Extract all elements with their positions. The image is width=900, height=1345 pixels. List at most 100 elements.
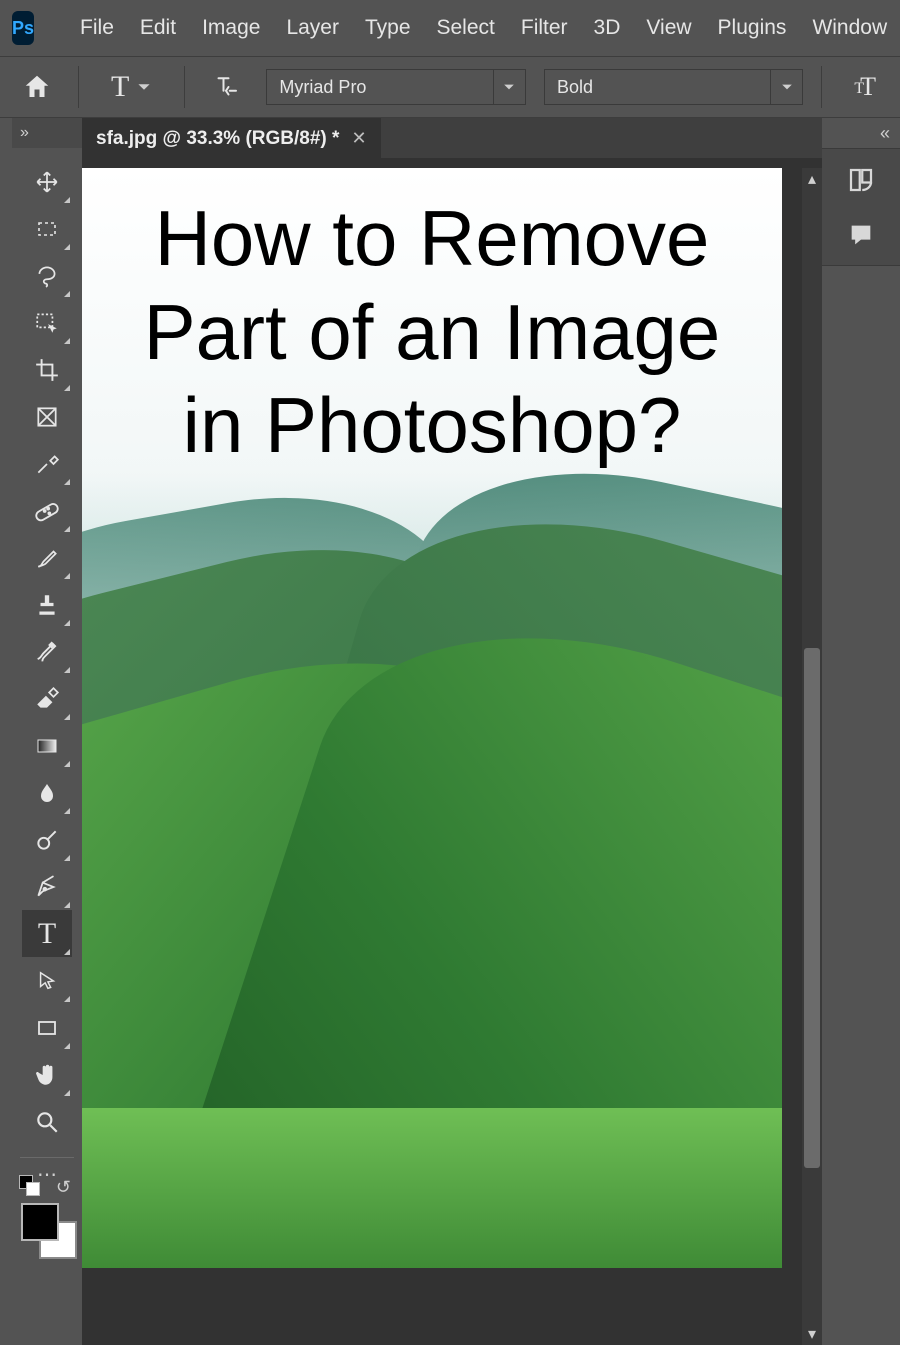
move-tool[interactable] bbox=[22, 158, 72, 205]
text-line-1: How to Remove bbox=[82, 192, 782, 286]
type-tool-glyph-icon: T bbox=[111, 70, 129, 104]
gradient-tool[interactable] bbox=[22, 722, 72, 769]
vertical-scrollbar[interactable]: ▴ ▾ bbox=[802, 168, 822, 1345]
text-line-2: Part of an Image bbox=[82, 286, 782, 380]
document-tab[interactable]: sfa.jpg @ 33.3% (RGB/8#) * ✕ bbox=[82, 118, 381, 158]
rectangular-marquee-tool[interactable] bbox=[22, 205, 72, 252]
eyedropper-icon bbox=[34, 451, 60, 477]
default-colors-button[interactable] bbox=[19, 1175, 47, 1195]
menu-view[interactable]: View bbox=[646, 16, 691, 40]
menu-type[interactable]: Type bbox=[365, 16, 411, 40]
collapse-panels-button[interactable]: « bbox=[822, 118, 900, 148]
tool-preset-picker[interactable]: T bbox=[97, 66, 166, 108]
comment-icon bbox=[847, 221, 875, 249]
libraries-panel-button[interactable] bbox=[846, 165, 876, 195]
separator bbox=[78, 66, 79, 108]
font-size-button[interactable]: TT bbox=[840, 66, 886, 108]
lasso-tool[interactable] bbox=[22, 252, 72, 299]
bandage-icon bbox=[33, 497, 61, 525]
marquee-icon bbox=[35, 217, 59, 241]
history-brush-tool[interactable] bbox=[22, 628, 72, 675]
home-button[interactable] bbox=[14, 66, 60, 108]
menu-file[interactable]: File bbox=[80, 16, 114, 40]
chevron-down-icon bbox=[493, 70, 525, 104]
menu-image[interactable]: Image bbox=[202, 16, 260, 40]
object-select-icon bbox=[34, 310, 60, 336]
zoom-tool[interactable] bbox=[22, 1098, 72, 1145]
home-icon bbox=[22, 72, 52, 102]
workspace: » bbox=[0, 118, 900, 1345]
stamp-icon bbox=[34, 592, 60, 618]
menu-plugins[interactable]: Plugins bbox=[718, 16, 787, 40]
blur-tool[interactable] bbox=[22, 769, 72, 816]
menu-window[interactable]: Window bbox=[812, 16, 887, 40]
object-selection-tool[interactable] bbox=[22, 299, 72, 346]
right-panel-dock: « bbox=[822, 118, 900, 1345]
close-tab-button[interactable]: ✕ bbox=[351, 128, 366, 149]
menu-3d[interactable]: 3D bbox=[594, 16, 621, 40]
frame-tool[interactable] bbox=[22, 393, 72, 440]
comments-panel-button[interactable] bbox=[847, 221, 875, 249]
color-swatches[interactable]: ↺ bbox=[21, 1203, 81, 1271]
libraries-icon bbox=[846, 165, 876, 195]
gradient-icon bbox=[35, 734, 59, 758]
toggle-text-orientation-button[interactable] bbox=[203, 66, 249, 108]
toolbox-wrap: » bbox=[12, 118, 82, 1345]
scroll-up-button[interactable]: ▴ bbox=[802, 168, 822, 190]
brush-icon bbox=[34, 545, 60, 571]
scroll-down-button[interactable]: ▾ bbox=[802, 1323, 822, 1345]
hand-tool[interactable] bbox=[22, 1051, 72, 1098]
menu-layer[interactable]: Layer bbox=[286, 16, 339, 40]
document-text-layer[interactable]: How to Remove Part of an Image in Photos… bbox=[82, 192, 782, 473]
rectangle-tool[interactable] bbox=[22, 1004, 72, 1051]
pen-tool[interactable] bbox=[22, 863, 72, 910]
foreground-color-swatch[interactable] bbox=[21, 1203, 59, 1241]
brush-tool[interactable] bbox=[22, 534, 72, 581]
toolbox: T ⋯ ↺ bbox=[12, 148, 82, 1271]
move-icon bbox=[34, 169, 60, 195]
dodge-tool[interactable] bbox=[22, 816, 72, 863]
swap-colors-button[interactable]: ↺ bbox=[56, 1177, 71, 1198]
frame-icon bbox=[34, 404, 60, 430]
canvas-viewport[interactable]: How to Remove Part of an Image in Photos… bbox=[82, 158, 822, 1345]
droplet-icon bbox=[35, 781, 59, 805]
chevron-down-icon bbox=[137, 80, 151, 94]
eraser-tool[interactable] bbox=[22, 675, 72, 722]
text-line-3: in Photoshop? bbox=[82, 379, 782, 473]
document-tab-bar: sfa.jpg @ 33.3% (RGB/8#) * ✕ bbox=[82, 118, 822, 158]
dock-panel-group bbox=[822, 148, 900, 266]
clone-stamp-tool[interactable] bbox=[22, 581, 72, 628]
canvas[interactable]: How to Remove Part of an Image in Photos… bbox=[82, 168, 782, 1268]
options-bar: T Myriad Pro Bold TT bbox=[0, 56, 900, 118]
gutter bbox=[0, 118, 12, 1345]
spot-healing-brush-tool[interactable] bbox=[22, 487, 72, 534]
chevron-down-icon bbox=[770, 70, 802, 104]
scroll-thumb[interactable] bbox=[804, 648, 820, 1168]
type-icon: T bbox=[38, 917, 56, 951]
eyedropper-tool[interactable] bbox=[22, 440, 72, 487]
pen-icon bbox=[34, 874, 60, 900]
crop-tool[interactable] bbox=[22, 346, 72, 393]
history-brush-icon bbox=[33, 638, 61, 666]
document-tab-label: sfa.jpg @ 33.3% (RGB/8#) * bbox=[96, 128, 339, 150]
font-family-dropdown[interactable]: Myriad Pro bbox=[266, 69, 526, 105]
font-family-value: Myriad Pro bbox=[267, 77, 493, 98]
magnifier-icon bbox=[34, 1109, 60, 1135]
type-tool[interactable]: T bbox=[22, 910, 72, 957]
font-style-value: Bold bbox=[545, 77, 771, 98]
document-area: sfa.jpg @ 33.3% (RGB/8#) * ✕ How bbox=[82, 118, 822, 1345]
lasso-icon bbox=[34, 263, 60, 289]
menu-edit[interactable]: Edit bbox=[140, 16, 176, 40]
text-orientation-icon bbox=[211, 72, 241, 102]
hand-icon bbox=[34, 1062, 60, 1088]
dodge-icon bbox=[34, 827, 60, 853]
app-logo: Ps bbox=[12, 11, 34, 45]
menu-select[interactable]: Select bbox=[437, 16, 495, 40]
eraser-icon bbox=[34, 686, 60, 712]
toolbox-expand-button[interactable]: » bbox=[12, 118, 82, 148]
path-selection-tool[interactable] bbox=[22, 957, 72, 1004]
rectangle-icon bbox=[35, 1016, 59, 1040]
menu-bar: Ps File Edit Image Layer Type Select Fil… bbox=[0, 0, 900, 56]
font-style-dropdown[interactable]: Bold bbox=[544, 69, 804, 105]
menu-filter[interactable]: Filter bbox=[521, 16, 568, 40]
